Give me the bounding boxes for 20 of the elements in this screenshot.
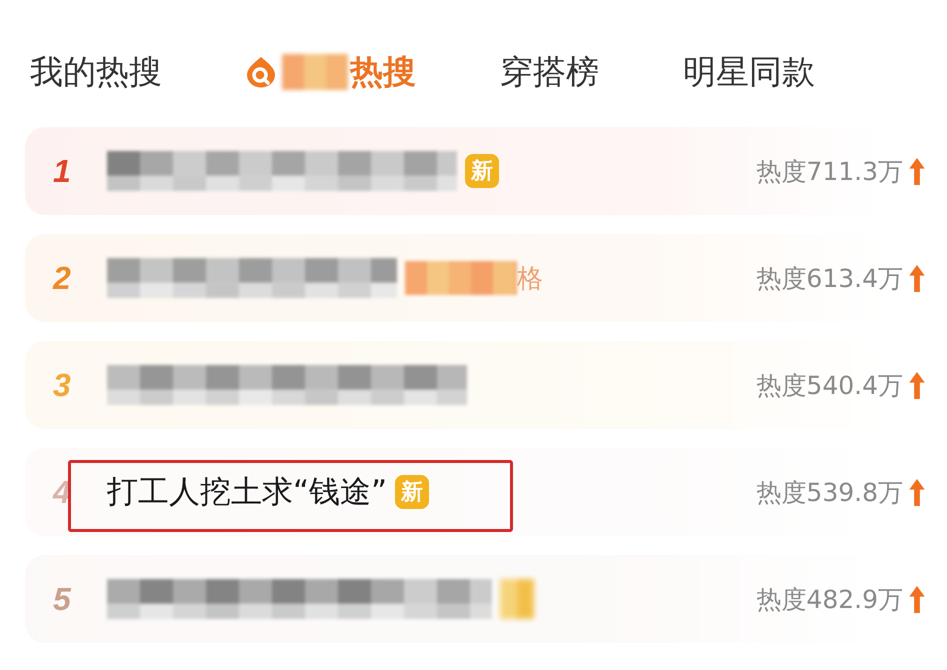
pixelated-badge-drawing (500, 579, 534, 619)
tab[interactable]: 穿搭榜 (500, 50, 599, 94)
rank-number: 2 (53, 260, 72, 296)
rank-number: 5 (53, 580, 72, 618)
tab[interactable]: 热搜 (246, 50, 416, 94)
flame-magnifier-icon (246, 56, 276, 88)
heat-count: 热度711.3万 (756, 156, 903, 188)
pixelated-label-drawing (282, 54, 348, 90)
rank-number: 3 (53, 366, 72, 404)
topic-title: 打工人挖土求“钱途” (107, 473, 388, 512)
tab[interactable]: 我的热搜 (30, 50, 162, 94)
new-badge: 新 (395, 475, 430, 509)
heat-count: 热度613.4万 (756, 262, 903, 294)
tag-text: 格 (517, 262, 543, 296)
heat-count: 热度539.8万 (756, 476, 903, 508)
heat-count: 热度540.4万 (756, 370, 903, 402)
tab[interactable]: 明星同款 (683, 50, 815, 94)
new-badge: 新 (465, 154, 499, 188)
heat-count: 热度482.9万 (756, 584, 903, 616)
rank-number: 1 (53, 152, 72, 190)
